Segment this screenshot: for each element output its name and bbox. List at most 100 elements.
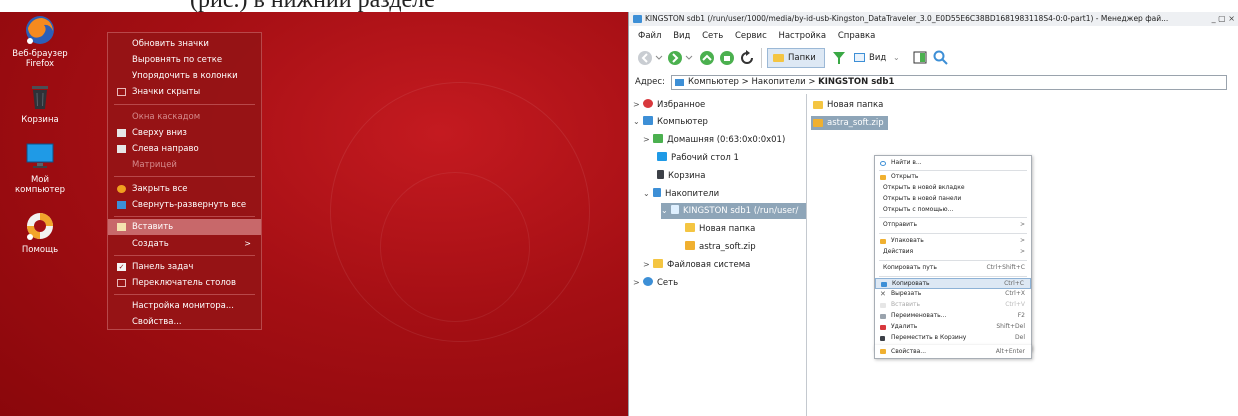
shortcut-label: Ctrl+X: [1005, 290, 1025, 297]
window-icon: [117, 145, 126, 153]
desktop-icon-trash[interactable]: Корзина: [6, 80, 74, 125]
breadcrumb-current[interactable]: KINGSTON sdb1: [818, 77, 894, 87]
ctx-item-delete[interactable]: Удалить Shift+Del: [875, 322, 1031, 333]
tree-item-label: Сеть: [657, 278, 679, 288]
menu-item-taskbar[interactable]: ✓ Панель задач: [108, 259, 261, 275]
tree-item-computer[interactable]: ⌄ Компьютер: [633, 114, 708, 130]
tree-item-label: Файловая система: [667, 260, 751, 270]
desktop[interactable]: Веб-браузер Firefox Корзина Мой компьюте…: [0, 12, 628, 416]
menu-view[interactable]: Вид: [673, 28, 690, 44]
minimize-maximize-icon: [117, 201, 126, 209]
menu-network[interactable]: Сеть: [702, 28, 723, 44]
tree-item-home[interactable]: > Домашняя (0:63:0x0:0x01): [643, 132, 785, 148]
tree-item-network[interactable]: > Сеть: [633, 275, 678, 291]
menu-item-align-grid[interactable]: Выровнять по сетке: [108, 52, 261, 68]
menu-item-left-right[interactable]: Слева направо: [108, 141, 261, 157]
tree-item-drives[interactable]: ⌄ Накопители: [643, 186, 719, 202]
menu-item-minmax-all[interactable]: Свернуть-развернуть все: [108, 197, 261, 213]
tree-item-kingston[interactable]: ⌄ KINGSTON sdb1 (/run/user/: [661, 203, 806, 219]
refresh-icon[interactable]: [739, 50, 755, 66]
checkbox-unchecked-icon: [117, 88, 126, 96]
tree-item-new-folder[interactable]: Новая папка: [685, 221, 755, 237]
view-dropdown-button[interactable]: Вид ⌄: [851, 48, 909, 68]
file-item-new-folder[interactable]: Новая папка: [811, 98, 883, 112]
ctx-item-open-tab[interactable]: Открыть в новой вкладке: [875, 183, 1031, 194]
ctx-item-copy[interactable]: Копировать Ctrl+C: [875, 278, 1031, 289]
search-icon[interactable]: [933, 50, 949, 66]
desktop-icon-computer[interactable]: Мой компьютер: [6, 140, 74, 195]
panel-icon[interactable]: [913, 50, 927, 66]
ctx-item-cut[interactable]: ✕ Вырезать Ctrl+X: [875, 289, 1031, 300]
menu-item-refresh-icons[interactable]: Обновить значки: [108, 36, 261, 52]
ctx-item-send[interactable]: Отправить >: [875, 220, 1031, 231]
menu-separator: [879, 170, 1027, 171]
tree-item-filesystem[interactable]: > Файловая система: [643, 257, 750, 273]
menu-item-monitor-settings[interactable]: Настройка монитора...: [108, 298, 261, 314]
trash-icon: [657, 170, 664, 179]
menu-item-create[interactable]: Создать >: [108, 236, 261, 252]
ctx-item-open-with[interactable]: Открыть с помощью...: [875, 205, 1031, 216]
menu-item-top-down[interactable]: Сверху вниз: [108, 125, 261, 141]
trash-icon: [880, 335, 885, 341]
window-titlebar[interactable]: KINGSTON sdb1 (/run/user/1000/media/by-i…: [629, 12, 1238, 26]
ctx-item-label: Действия: [883, 248, 914, 255]
tree-item-favorites[interactable]: > Избранное: [633, 97, 705, 113]
desktop-icon-firefox[interactable]: Веб-браузер Firefox: [6, 14, 74, 69]
monitor-icon: [24, 140, 56, 172]
ctx-item-label: Упаковать: [891, 237, 924, 244]
ctx-item-pack[interactable]: Упаковать >: [875, 236, 1031, 247]
menu-item-close-all[interactable]: Закрыть все: [108, 181, 261, 197]
back-icon[interactable]: [637, 50, 663, 66]
menu-item-paste[interactable]: Вставить: [108, 219, 261, 235]
ctx-item-actions[interactable]: Действия >: [875, 247, 1031, 258]
clipboard-icon: [880, 302, 886, 308]
menu-item-properties[interactable]: Свойства...: [108, 314, 261, 330]
tree-item-desktop1[interactable]: Рабочий стол 1: [657, 150, 739, 166]
home-icon[interactable]: [719, 50, 735, 66]
ctx-item-open[interactable]: Открыть: [875, 172, 1031, 183]
tree-item-label: astra_soft.zip: [699, 242, 756, 252]
filter-icon[interactable]: [832, 50, 846, 66]
folders-toggle-button[interactable]: Папки: [767, 48, 825, 68]
menu-header-cascade: Окна каскадом: [132, 112, 201, 122]
window-icon: [117, 129, 126, 137]
checkbox-checked-icon: ✓: [117, 263, 126, 271]
breadcrumb-drives[interactable]: Накопители: [751, 77, 805, 87]
menu-item-icons-hidden[interactable]: Значки скрыты: [108, 84, 261, 100]
view-grid-icon: [854, 53, 865, 62]
view-label: Вид: [869, 53, 887, 63]
ctx-item-find[interactable]: Найти в...: [875, 158, 1031, 169]
window-controls[interactable]: _ ▢ ×: [1207, 12, 1235, 26]
breadcrumb-computer[interactable]: Компьютер: [688, 77, 739, 87]
menu-settings[interactable]: Настройка: [778, 28, 826, 44]
ctx-item-label: Отправить: [883, 221, 918, 228]
ctx-item-move-trash[interactable]: Переместить в Корзину Del: [875, 333, 1031, 344]
menu-help[interactable]: Справка: [838, 28, 875, 44]
ctx-item-open-panel[interactable]: Открыть в новой панели: [875, 194, 1031, 205]
menu-item-desk-switcher[interactable]: Переключатель столов: [108, 275, 261, 291]
tree-item-label: KINGSTON sdb1 (/run/user/: [683, 206, 799, 216]
address-input[interactable]: Компьютер > Накопители > KINGSTON sdb1: [671, 75, 1227, 90]
toolbar-separator: [761, 48, 762, 68]
document-caption: (рис.) в нижний разделе: [0, 0, 1238, 12]
menu-separator: [114, 294, 255, 295]
tree-item-label: Компьютер: [657, 117, 708, 127]
checkbox-unchecked-icon: [117, 279, 126, 287]
tree-item-label: Рабочий стол 1: [671, 153, 739, 163]
menu-file[interactable]: Файл: [638, 28, 661, 44]
file-item-astra[interactable]: astra_soft.zip: [811, 116, 888, 130]
menu-item-label: Слева направо: [132, 144, 199, 154]
up-icon[interactable]: [699, 50, 715, 66]
tree-item-trash[interactable]: Корзина: [657, 168, 705, 184]
menu-service[interactable]: Сервис: [735, 28, 767, 44]
ctx-item-copy-path[interactable]: Копировать путь Ctrl+Shift+C: [875, 263, 1031, 274]
desktop-icon-help[interactable]: Помощь: [6, 210, 74, 255]
menu-item-arrange-columns[interactable]: Упорядочить в колонки: [108, 68, 261, 84]
network-icon: [643, 277, 653, 286]
search-icon: [880, 160, 886, 166]
ctx-item-label: Найти в...: [891, 159, 922, 166]
tree-item-astra[interactable]: astra_soft.zip: [685, 239, 756, 255]
ctx-item-rename[interactable]: Переименовать... F2: [875, 311, 1031, 322]
ctx-item-properties[interactable]: Свойства... Alt+Enter: [875, 346, 1031, 357]
forward-icon[interactable]: [667, 50, 693, 66]
